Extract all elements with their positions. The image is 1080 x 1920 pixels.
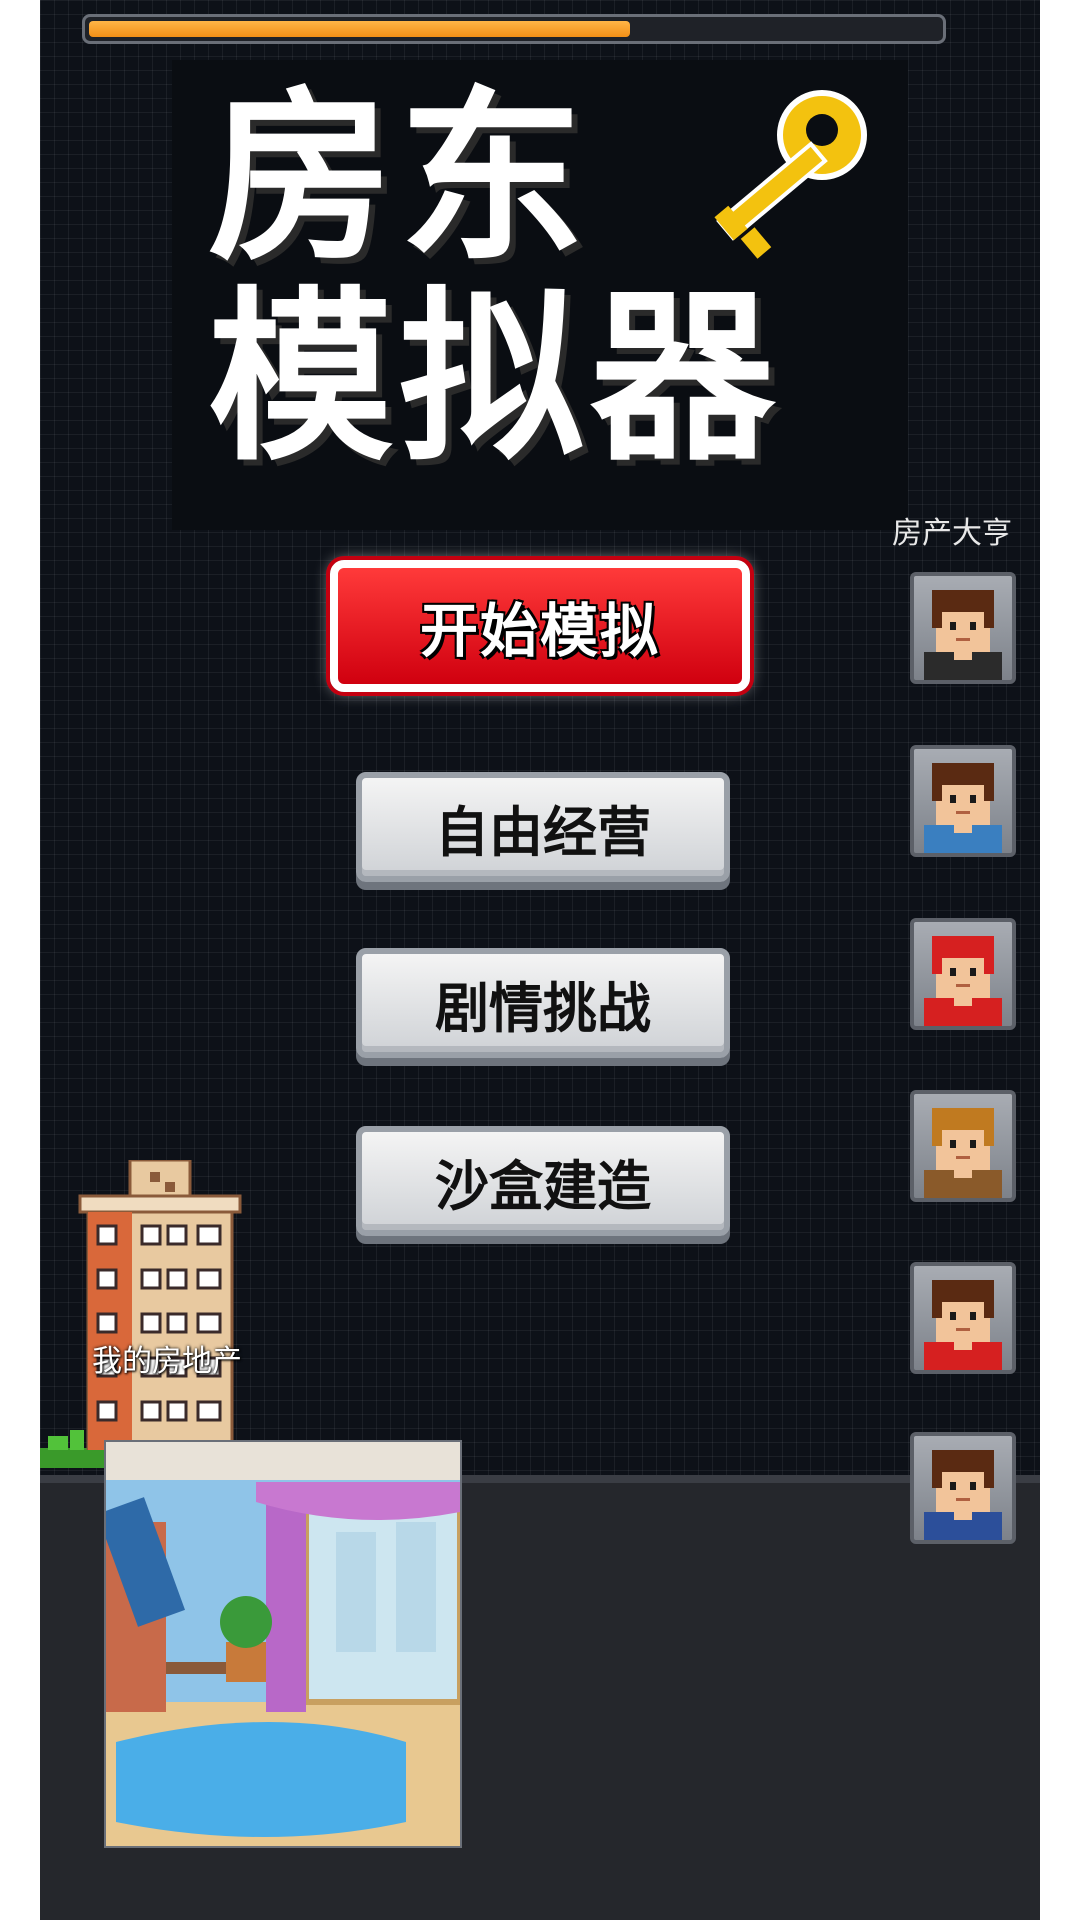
player-avatar-icon	[924, 763, 1002, 853]
player-avatar-icon	[924, 1280, 1002, 1370]
progress-fill	[89, 21, 631, 37]
free-management-button[interactable]: 自由经营	[356, 772, 730, 882]
room-interior-image	[106, 1442, 460, 1846]
game-logo: 房东 模拟器	[172, 60, 908, 530]
loading-progress-bar	[82, 14, 946, 44]
avatar-2[interactable]	[910, 745, 1016, 857]
avatar-6[interactable]	[910, 1432, 1016, 1544]
avatar-5[interactable]	[910, 1262, 1016, 1374]
logo-title-line-1: 房东	[208, 70, 590, 286]
game-screen: 房东 模拟器 开始模拟 自由经营 剧情挑战 沙盒建造 房产大亨 我的房地产	[40, 0, 1040, 1920]
my-estate-label: 我的房地产	[92, 1344, 242, 1379]
player-avatar-icon	[924, 936, 1002, 1026]
logo-title-line-2: 模拟器	[208, 270, 781, 486]
sandbox-build-button[interactable]: 沙盒建造	[356, 1126, 730, 1236]
avatar-3[interactable]	[910, 918, 1016, 1030]
apartment-building-icon	[78, 1160, 242, 1450]
player-avatar-icon	[924, 1108, 1002, 1198]
story-challenge-button[interactable]: 剧情挑战	[356, 948, 730, 1058]
start-simulation-button[interactable]: 开始模拟	[330, 560, 750, 692]
room-preview-card[interactable]	[104, 1440, 462, 1848]
player-avatar-icon	[924, 590, 1002, 680]
avatar-1[interactable]	[910, 572, 1016, 684]
player-avatar-icon	[924, 1450, 1002, 1540]
avatar-4[interactable]	[910, 1090, 1016, 1202]
leaderboard-label: 房产大亨	[892, 516, 1012, 551]
key-icon	[714, 90, 867, 259]
